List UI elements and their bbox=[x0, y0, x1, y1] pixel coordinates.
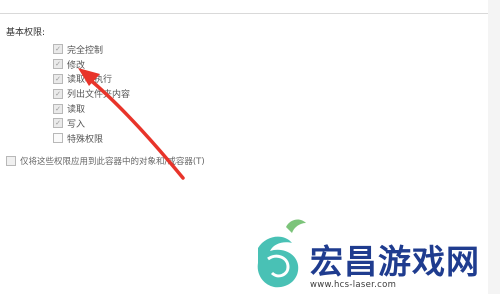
watermark-text: 宏昌游戏网 bbox=[310, 242, 480, 281]
watermark: 宏昌游戏网 www.hcs-laser.com bbox=[248, 213, 500, 294]
dragon-logo-icon bbox=[257, 219, 306, 288]
watermark-url: www.hcs-laser.com bbox=[310, 280, 397, 290]
